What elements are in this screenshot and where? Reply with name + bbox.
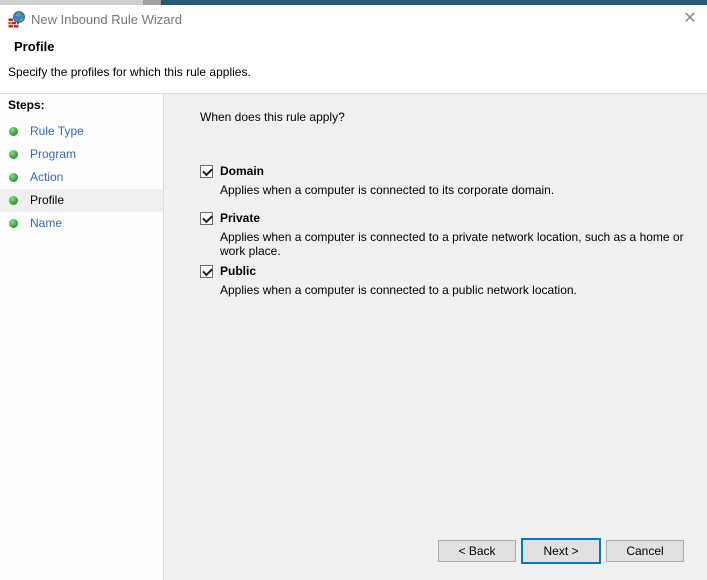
next-button[interactable]: Next > <box>521 538 601 564</box>
main-pane: When does this rule apply? Domain Applie… <box>164 94 707 580</box>
wizard-header: Profile Specify the profiles for which t… <box>0 33 707 93</box>
private-checkbox[interactable] <box>200 212 213 225</box>
step-bullet-icon <box>9 150 18 159</box>
sidebar-item-label: Rule Type <box>30 124 84 138</box>
page-title: Profile <box>14 39 54 54</box>
step-bullet-icon <box>9 196 18 205</box>
firewall-icon <box>8 11 25 28</box>
domain-description: Applies when a computer is connected to … <box>220 183 692 197</box>
steps-heading: Steps: <box>8 98 45 112</box>
sidebar-item-label: Name <box>30 216 62 230</box>
public-description: Applies when a computer is connected to … <box>220 283 692 297</box>
title-bar: New Inbound Rule Wizard ✕ <box>0 5 707 33</box>
cancel-button[interactable]: Cancel <box>606 540 684 562</box>
steps-sidebar: Steps: Rule Type Program Action Profile … <box>0 94 163 580</box>
sidebar-item-name[interactable]: Name <box>0 212 163 235</box>
back-button[interactable]: < Back <box>438 540 516 562</box>
sidebar-item-label: Action <box>30 170 63 184</box>
step-bullet-icon <box>9 127 18 136</box>
domain-checkbox[interactable] <box>200 165 213 178</box>
rule-apply-question: When does this rule apply? <box>200 110 345 124</box>
sidebar-item-rule-type[interactable]: Rule Type <box>0 120 163 143</box>
step-bullet-icon <box>9 219 18 228</box>
private-description: Applies when a computer is connected to … <box>220 230 692 258</box>
public-checkbox-label[interactable]: Public <box>220 264 256 278</box>
sidebar-item-profile[interactable]: Profile <box>0 189 163 212</box>
public-checkbox[interactable] <box>200 265 213 278</box>
step-bullet-icon <box>9 173 18 182</box>
window-title: New Inbound Rule Wizard <box>31 12 182 27</box>
sidebar-item-label: Profile <box>30 193 64 207</box>
sidebar-item-action[interactable]: Action <box>0 166 163 189</box>
close-icon[interactable]: ✕ <box>679 8 701 30</box>
sidebar-item-label: Program <box>30 147 76 161</box>
sidebar-item-program[interactable]: Program <box>0 143 163 166</box>
page-subtitle: Specify the profiles for which this rule… <box>8 65 251 79</box>
domain-checkbox-label[interactable]: Domain <box>220 164 264 178</box>
private-checkbox-label[interactable]: Private <box>220 211 260 225</box>
steps-list: Rule Type Program Action Profile Name <box>0 120 163 235</box>
